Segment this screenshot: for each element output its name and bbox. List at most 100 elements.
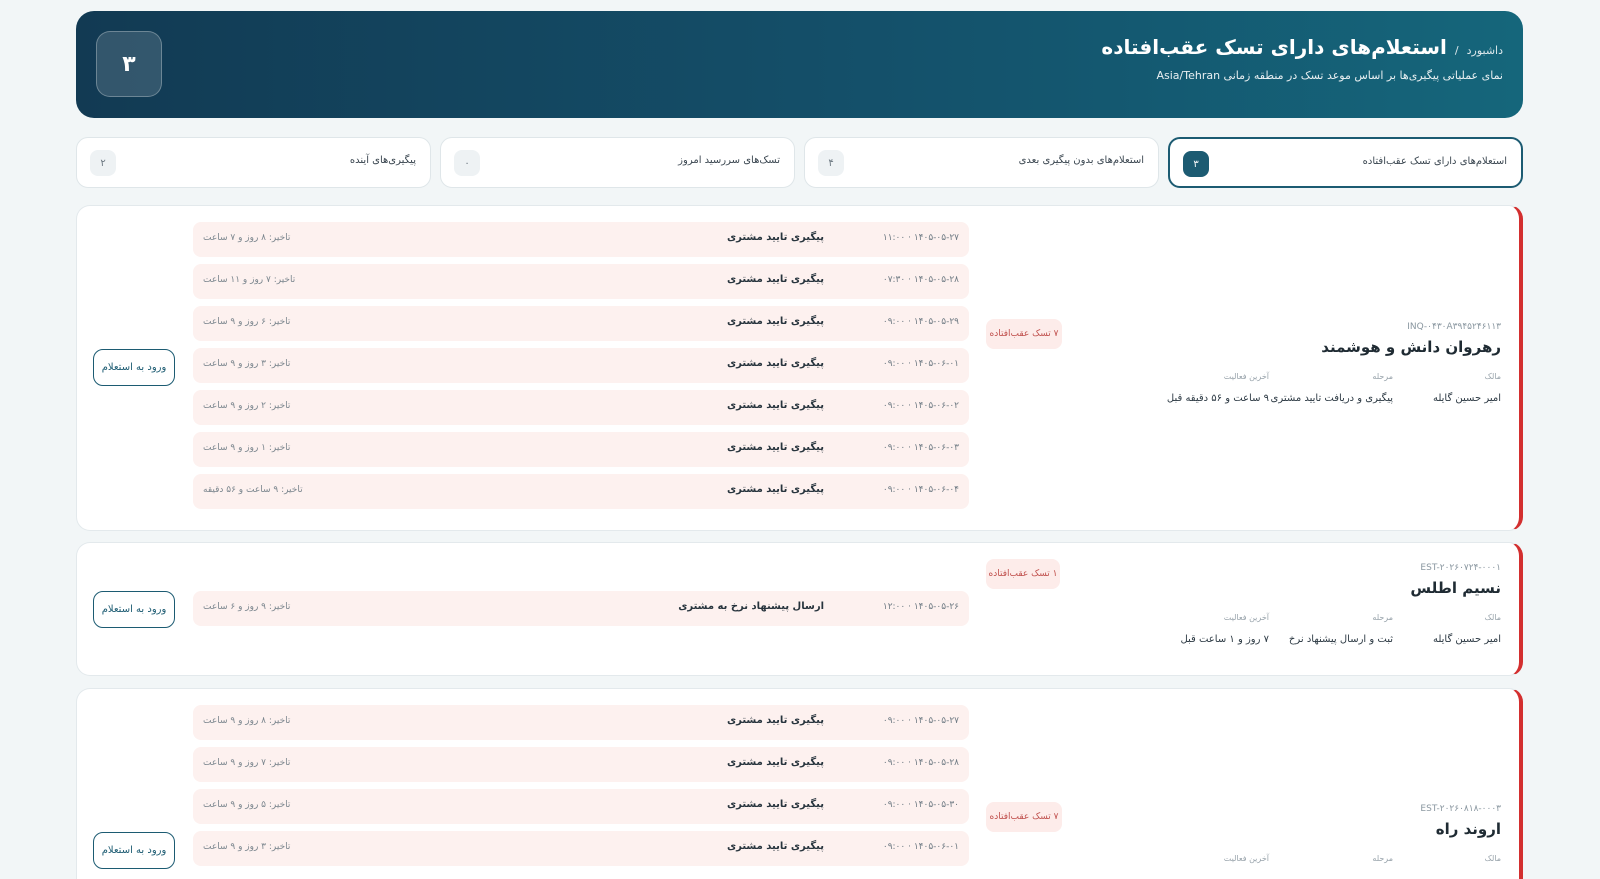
inquiry-meta: مالک امیر حسین گایله مرحله ثبت و ارسال پ… <box>1171 613 1501 653</box>
task-title: پیگیری تایید مشتری <box>726 316 824 327</box>
tab-count-badge: ۲ <box>90 150 116 176</box>
owner-label: مالک <box>1484 613 1501 622</box>
inquiry-company[interactable]: نسیم اطلس <box>1171 579 1501 597</box>
tab-no-next-followup[interactable]: استعلام‌های بدون پیگیری بعدی ۴ <box>804 137 1159 188</box>
task-time: ۱۴۰۵-۰۵-۲۹ · ۰۹:۰۰ <box>882 317 959 327</box>
meta-last-activity: آخرین فعالیت ۹ ساعت و ۵۶ دقیقه قبل <box>1167 372 1269 404</box>
task-row[interactable]: ۱۴۰۵-۰۵-۲۹ · ۰۹:۰۰ پیگیری تایید مشتری تا… <box>193 306 969 341</box>
owner-value: امیر حسین گایله <box>1432 634 1501 645</box>
last-activity-label: آخرین فعالیت <box>1223 613 1269 622</box>
tab-upcoming-followups[interactable]: پیگیری‌های آینده ۲ <box>76 137 431 188</box>
task-time: ۱۴۰۵-۰۵-۲۶ · ۱۲:۰۰ <box>882 602 959 612</box>
header-count-badge: ۳ <box>96 31 162 97</box>
stage-value: پیگیری و دریافت تایید مشتری <box>1270 393 1393 404</box>
inquiry-id: INQ-۰۴۳۰A۳۹۴۵۲۴۶۱۱۳ <box>1407 322 1501 332</box>
meta-last-activity: آخرین فعالیت ۷ روز و ۱ ساعت قبل <box>1180 613 1269 645</box>
task-time: ۱۴۰۵-۰۶-۰۱ · ۰۹:۰۰ <box>882 359 959 369</box>
task-time: ۱۴۰۵-۰۶-۰۳ · ۰۹:۰۰ <box>882 443 959 453</box>
task-delay: تاخیر: ۸ روز و ۷ ساعت <box>203 233 291 243</box>
tab-due-today[interactable]: تسک‌های سررسید امروز ۰ <box>440 137 795 188</box>
task-delay: تاخیر: ۶ روز و ۹ ساعت <box>203 317 291 327</box>
task-row[interactable]: ۱۴۰۵-۰۵-۲۸ · ۰۷:۳۰ پیگیری تایید مشتری تا… <box>193 264 969 299</box>
task-delay: تاخیر: ۵ روز و ۹ ساعت <box>203 800 291 810</box>
task-time: ۱۴۰۵-۰۵-۲۷ · ۰۹:۰۰ <box>882 716 959 726</box>
inquiry-info: INQ-۰۴۳۰A۳۹۴۵۲۴۶۱۱۳ رهروان دانش و هوشمند… <box>1167 322 1501 412</box>
meta-owner: مالک <box>1485 854 1501 875</box>
tab-label: تسک‌های سررسید امروز <box>678 155 780 166</box>
title-line: داشبورد / استعلام‌های دارای تسک عقب‌افتا… <box>1101 35 1503 59</box>
meta-owner: مالک امیر حسین گایله <box>1433 613 1501 645</box>
task-delay: تاخیر: ۹ ساعت و ۵۶ دقیقه <box>203 485 303 495</box>
task-row[interactable]: ۱۴۰۵-۰۶-۰۳ · ۰۹:۰۰ پیگیری تایید مشتری تا… <box>193 432 969 467</box>
stage-label: مرحله <box>1372 372 1393 381</box>
task-delay: تاخیر: ۲ روز و ۹ ساعت <box>203 401 291 411</box>
tab-label: استعلام‌های دارای تسک عقب‌افتاده <box>1362 156 1507 167</box>
inquiry-card: EST-۲۰۲۶۰۷۲۴-۰۰۰۱ نسیم اطلس مالک امیر حس… <box>76 542 1523 676</box>
overdue-badge: ۷ تسک عقب‌افتاده <box>986 802 1062 832</box>
task-row[interactable]: ۱۴۰۵-۰۵-۳۰ · ۰۹:۰۰ پیگیری تایید مشتری تا… <box>193 789 969 824</box>
stage-label: مرحله <box>1372 854 1393 863</box>
inquiry-id: EST-۲۰۲۶۰۸۱۸-۰۰۰۳ <box>1420 804 1501 814</box>
breadcrumb-separator: / <box>1454 44 1459 57</box>
last-activity-label: آخرین فعالیت <box>1223 372 1269 381</box>
task-row[interactable]: ۱۴۰۵-۰۵-۲۷ · ۱۱:۰۰ پیگیری تایید مشتری تا… <box>193 222 969 257</box>
owner-value: امیر حسین گایله <box>1432 393 1501 404</box>
overdue-badge: ۷ تسک عقب‌افتاده <box>986 319 1062 349</box>
tab-count-badge: ۰ <box>454 150 480 176</box>
enter-inquiry-button[interactable]: ورود به استعلام <box>93 832 175 869</box>
task-row[interactable]: ۱۴۰۵-۰۵-۲۷ · ۰۹:۰۰ پیگیری تایید مشتری تا… <box>193 705 969 740</box>
task-row[interactable]: ۱۴۰۵-۰۵-۲۸ · ۰۹:۰۰ پیگیری تایید مشتری تا… <box>193 747 969 782</box>
inquiry-id: EST-۲۰۲۶۰۷۲۴-۰۰۰۱ <box>1420 563 1501 573</box>
enter-inquiry-button[interactable]: ورود به استعلام <box>93 591 175 628</box>
meta-stage: مرحله پیگیری و دریافت تایید مشتری <box>1271 372 1393 404</box>
last-activity-value: ۷ روز و ۱ ساعت قبل <box>1180 634 1269 645</box>
page-header: ۳ داشبورد / استعلام‌های دارای تسک عقب‌اف… <box>76 11 1523 118</box>
task-time: ۱۴۰۵-۰۵-۲۸ · ۰۹:۰۰ <box>882 758 959 768</box>
inquiry-info: EST-۲۰۲۶۰۷۲۴-۰۰۰۱ نسیم اطلس مالک امیر حس… <box>1171 563 1501 653</box>
task-title: پیگیری تایید مشتری <box>726 442 824 453</box>
stage-label: مرحله <box>1372 613 1393 622</box>
task-delay: تاخیر: ۷ روز و ۹ ساعت <box>203 758 291 768</box>
task-title: ارسال پیشنهاد نرخ به مشتری <box>678 601 824 612</box>
inquiry-company[interactable]: اروند راه <box>1171 820 1501 838</box>
inquiry-card: EST-۲۰۲۶۰۸۱۸-۰۰۰۳ اروند راه مالک مرحله آ… <box>76 688 1523 879</box>
inquiry-meta: مالک مرحله آخرین فعالیت <box>1171 854 1501 879</box>
task-title: پیگیری تایید مشتری <box>726 400 824 411</box>
overdue-badge: ۱ تسک عقب‌افتاده <box>986 559 1060 589</box>
owner-label: مالک <box>1484 854 1501 863</box>
page-title: استعلام‌های دارای تسک عقب‌افتاده <box>1101 35 1447 59</box>
task-row[interactable]: ۱۴۰۵-۰۶-۰۲ · ۰۹:۰۰ پیگیری تایید مشتری تا… <box>193 390 969 425</box>
meta-owner: مالک امیر حسین گایله <box>1433 372 1501 404</box>
task-title: پیگیری تایید مشتری <box>726 757 824 768</box>
task-time: ۱۴۰۵-۰۵-۲۷ · ۱۱:۰۰ <box>882 233 959 243</box>
task-time: ۱۴۰۵-۰۶-۰۲ · ۰۹:۰۰ <box>882 401 959 411</box>
inquiry-info: EST-۲۰۲۶۰۸۱۸-۰۰۰۳ اروند راه مالک مرحله آ… <box>1171 804 1501 879</box>
task-row[interactable]: ۱۴۰۵-۰۶-۰۱ · ۰۹:۰۰ پیگیری تایید مشتری تا… <box>193 831 969 866</box>
tab-label: پیگیری‌های آینده <box>349 155 416 166</box>
inquiry-company[interactable]: رهروان دانش و هوشمند <box>1171 338 1501 356</box>
task-time: ۱۴۰۵-۰۵-۲۸ · ۰۷:۳۰ <box>882 275 959 285</box>
task-row[interactable]: ۱۴۰۵-۰۶-۰۴ · ۰۹:۰۰ پیگیری تایید مشتری تا… <box>193 474 969 509</box>
task-delay: تاخیر: ۳ روز و ۹ ساعت <box>203 359 291 369</box>
tab-count-badge: ۴ <box>818 150 844 176</box>
task-delay: تاخیر: ۱ روز و ۹ ساعت <box>203 443 291 453</box>
task-title: پیگیری تایید مشتری <box>726 799 824 810</box>
task-time: ۱۴۰۵-۰۶-۰۴ · ۰۹:۰۰ <box>882 485 959 495</box>
task-title: پیگیری تایید مشتری <box>726 274 824 285</box>
enter-inquiry-button[interactable]: ورود به استعلام <box>93 349 175 386</box>
last-activity-value: ۹ ساعت و ۵۶ دقیقه قبل <box>1166 393 1269 404</box>
task-delay: تاخیر: ۳ روز و ۹ ساعت <box>203 842 291 852</box>
task-title: پیگیری تایید مشتری <box>726 841 824 852</box>
tab-overdue-tasks[interactable]: استعلام‌های دارای تسک عقب‌افتاده ۳ <box>1168 137 1523 188</box>
task-delay: تاخیر: ۹ روز و ۶ ساعت <box>203 602 291 612</box>
task-title: پیگیری تایید مشتری <box>726 232 824 243</box>
breadcrumb-dashboard[interactable]: داشبورد <box>1467 44 1503 57</box>
filter-tabs: استعلام‌های دارای تسک عقب‌افتاده ۳ استعل… <box>76 137 1523 188</box>
last-activity-label: آخرین فعالیت <box>1223 854 1269 863</box>
tab-count-badge: ۳ <box>1183 151 1209 177</box>
task-row[interactable]: ۱۴۰۵-۰۵-۲۶ · ۱۲:۰۰ ارسال پیشنهاد نرخ به … <box>193 591 969 626</box>
task-time: ۱۴۰۵-۰۵-۳۰ · ۰۹:۰۰ <box>882 800 959 810</box>
task-row[interactable]: ۱۴۰۵-۰۶-۰۱ · ۰۹:۰۰ پیگیری تایید مشتری تا… <box>193 348 969 383</box>
task-delay: تاخیر: ۷ روز و ۱۱ ساعت <box>203 275 296 285</box>
task-delay: تاخیر: ۸ روز و ۹ ساعت <box>203 716 291 726</box>
